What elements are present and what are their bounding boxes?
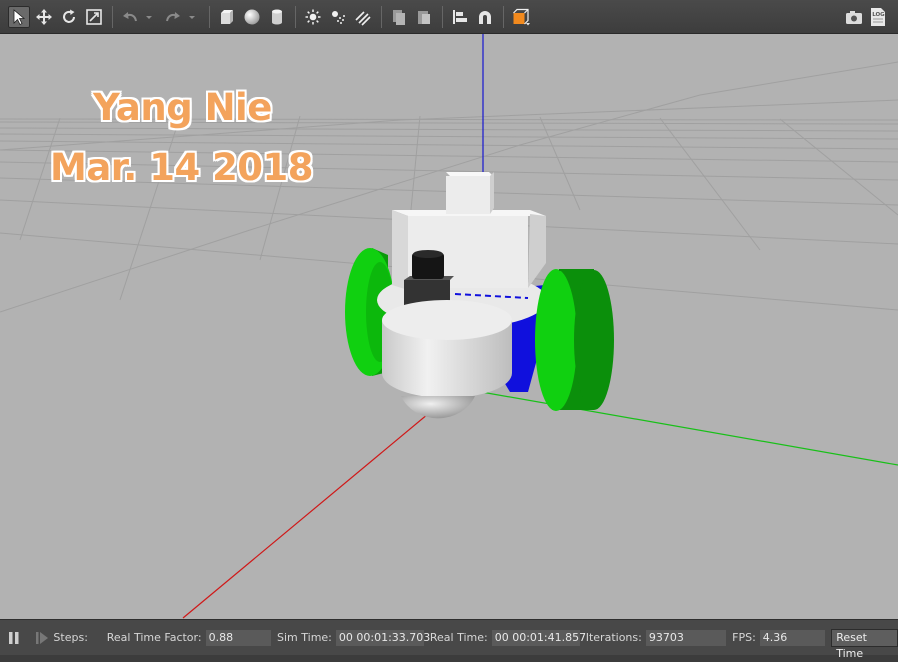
view-angle-button[interactable] — [510, 6, 532, 28]
iterations-value: 93703 — [645, 629, 727, 646]
x-axis-line — [182, 403, 441, 619]
view-angle-icon — [513, 8, 530, 25]
select-arrow-icon — [13, 8, 26, 25]
undo-history-dropdown-icon — [146, 15, 152, 19]
rotate-mode-button[interactable] — [58, 6, 80, 28]
redo-history-dropdown-icon — [189, 15, 195, 19]
sim-time-value: 00 00:01:33.703 — [335, 629, 430, 646]
front-cylinder — [382, 300, 512, 398]
box-shape-icon — [221, 9, 233, 24]
sim-time-label: Sim Time: — [277, 631, 332, 644]
align-button[interactable] — [449, 6, 471, 28]
overlay-date: Mar. 14 2018 — [50, 146, 314, 189]
align-icon — [453, 9, 467, 24]
paste-icon — [418, 10, 430, 24]
toolbar-separator — [381, 5, 382, 28]
copy-button[interactable] — [388, 6, 410, 28]
scene-viewport[interactable]: Yang Nie Mar. 14 2018 — [0, 34, 898, 619]
rotate-icon — [63, 9, 75, 23]
scale-icon — [86, 8, 102, 25]
scale-mode-button[interactable] — [83, 6, 105, 28]
undo-history-dropdown[interactable] — [144, 6, 154, 28]
insert-point-light-button[interactable] — [302, 6, 324, 28]
snap-button[interactable] — [474, 6, 496, 28]
pause-icon — [9, 631, 19, 644]
step-icon — [36, 631, 49, 644]
paste-button[interactable] — [413, 6, 435, 28]
y-axis-line — [469, 389, 898, 466]
overlay-author-name: Yang Nie — [93, 86, 272, 129]
toolbar-separator — [295, 5, 296, 28]
caster-ball — [401, 396, 475, 419]
directional-light-icon — [355, 10, 371, 26]
pause-button[interactable] — [7, 631, 27, 645]
fps-value: 4.36 — [759, 629, 826, 646]
right-wheel — [535, 269, 614, 411]
redo-button[interactable] — [162, 6, 184, 28]
undo-icon — [123, 11, 137, 21]
undo-button[interactable] — [119, 6, 141, 28]
reset-time-button[interactable]: Reset Time — [831, 628, 898, 660]
point-light-icon — [305, 9, 321, 24]
iterations-label: Iterations: — [585, 631, 642, 644]
real-time-label: Real Time: — [429, 631, 488, 644]
select-mode-button[interactable] — [8, 5, 30, 28]
insert-sphere-button[interactable] — [241, 6, 263, 28]
redo-history-dropdown[interactable] — [187, 6, 197, 28]
toolbar-separator — [112, 5, 113, 28]
fps-label: FPS: — [732, 631, 756, 644]
insert-directional-light-button[interactable] — [352, 6, 374, 28]
real-time-factor-label: Real Time Factor: — [106, 631, 202, 644]
toolbar-separator — [503, 5, 504, 28]
status-bar: Steps: Real Time Factor: 0.88 Sim Time: … — [0, 619, 898, 660]
log-button[interactable]: LOG — [867, 6, 889, 28]
screenshot-camera-icon — [846, 11, 862, 24]
camera-box — [446, 172, 494, 214]
steps-label: Steps: — [53, 631, 88, 644]
snap-icon — [479, 10, 491, 24]
robot-model[interactable] — [345, 172, 614, 419]
insert-cylinder-button[interactable] — [266, 6, 288, 28]
step-button[interactable] — [35, 631, 49, 645]
screenshot-button[interactable] — [843, 6, 865, 28]
toolbar: LOG — [0, 0, 898, 34]
real-time-factor-value: 0.88 — [205, 629, 271, 646]
copy-icon — [393, 9, 405, 25]
redo-icon — [166, 11, 180, 21]
toolbar-separator — [209, 5, 210, 28]
toolbar-separator — [442, 5, 443, 28]
real-time-value: 00 00:01:41.857 — [491, 629, 586, 646]
sphere-shape-icon — [244, 9, 260, 24]
log-icon-label: LOG — [872, 12, 885, 18]
translate-mode-button[interactable] — [33, 6, 55, 28]
log-icon: LOG — [871, 8, 885, 26]
translate-icon — [36, 8, 52, 25]
spot-light-icon — [332, 10, 345, 24]
insert-box-button[interactable] — [216, 6, 238, 28]
insert-spot-light-button[interactable] — [327, 6, 349, 28]
cylinder-shape-icon — [272, 9, 282, 24]
